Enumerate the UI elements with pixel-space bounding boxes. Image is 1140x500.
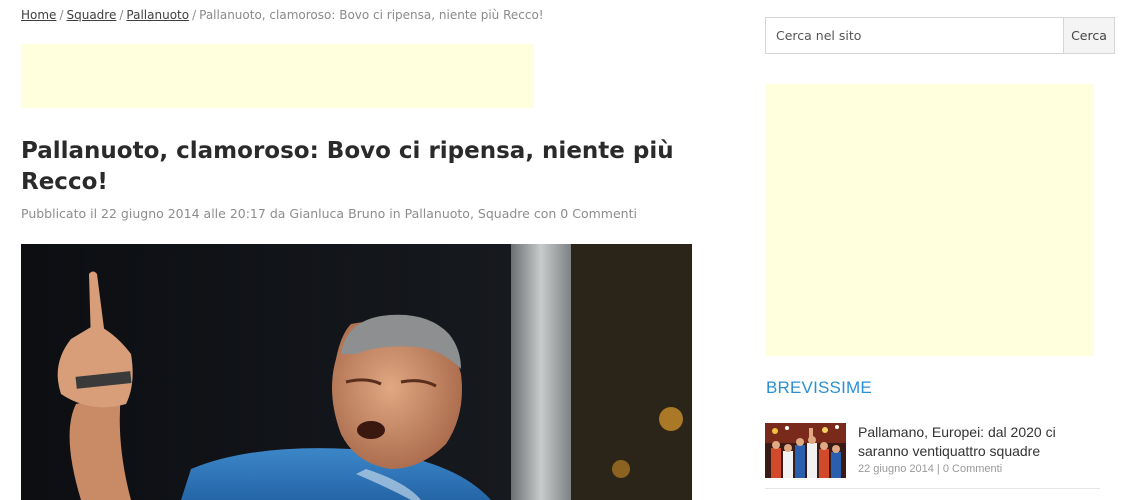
- breadcrumb-separator: /: [119, 8, 124, 22]
- breadcrumb-current: Pallanuoto, clamoroso: Bovo ci ripensa, …: [199, 8, 544, 22]
- search-button[interactable]: Cerca: [1063, 17, 1115, 54]
- breadcrumb-pallanuoto-link[interactable]: Pallanuoto: [126, 8, 189, 22]
- category-pallanuoto-link[interactable]: Pallanuoto: [405, 206, 470, 221]
- post-time: 20:17: [229, 206, 266, 221]
- post-author-link[interactable]: Gianluca Bruno: [289, 206, 385, 221]
- breadcrumb-separator: /: [192, 8, 197, 22]
- featured-image: [21, 244, 692, 500]
- breadcrumb-home-link[interactable]: Home: [21, 8, 56, 22]
- news-meta-separator: |: [936, 463, 940, 475]
- news-item[interactable]: Pallamano, Europei: dal 2020 ci saranno …: [765, 423, 1100, 478]
- news-date: 22 giugno 2014: [858, 463, 934, 475]
- handball-team-photo: [765, 423, 846, 478]
- meta-by: da: [269, 206, 286, 221]
- comments-link[interactable]: 0 Commenti: [560, 206, 637, 221]
- news-divider: [765, 488, 1100, 489]
- meta-with: con: [533, 206, 557, 221]
- breadcrumb-squadre-link[interactable]: Squadre: [66, 8, 116, 22]
- news-title-link[interactable]: Pallamano, Europei: dal 2020 ci saranno …: [858, 423, 1103, 461]
- news-meta: 22 giugno 2014 | 0 Commenti: [858, 463, 1002, 475]
- category-squadre-link[interactable]: Squadre: [478, 206, 530, 221]
- sidebar-ad-banner[interactable]: [766, 84, 1094, 356]
- post-meta: Pubblicato il 22 giugno 2014 alle 20:17 …: [21, 206, 637, 221]
- top-ad-banner[interactable]: [21, 44, 534, 108]
- breadcrumb-separator: /: [59, 8, 64, 22]
- coach-photo: [21, 244, 692, 500]
- news-thumbnail[interactable]: [765, 423, 846, 478]
- search-form: Cerca: [765, 17, 1115, 54]
- meta-prefix: Pubblicato il: [21, 206, 98, 221]
- post-date: 22 giugno 2014: [101, 206, 200, 221]
- post-title: Pallanuoto, clamoroso: Bovo ci ripensa, …: [21, 138, 674, 195]
- breadcrumb: Home / Squadre / Pallanuoto / Pallanuoto, clam…: [21, 8, 544, 22]
- meta-in: in: [389, 206, 401, 221]
- meta-comma: ,: [469, 206, 474, 221]
- meta-at: alle: [203, 206, 226, 221]
- news-comments-link[interactable]: 0 Commenti: [943, 463, 1002, 475]
- brevissime-widget-title: BREVISSIME: [766, 378, 872, 397]
- search-input[interactable]: [765, 17, 1063, 54]
